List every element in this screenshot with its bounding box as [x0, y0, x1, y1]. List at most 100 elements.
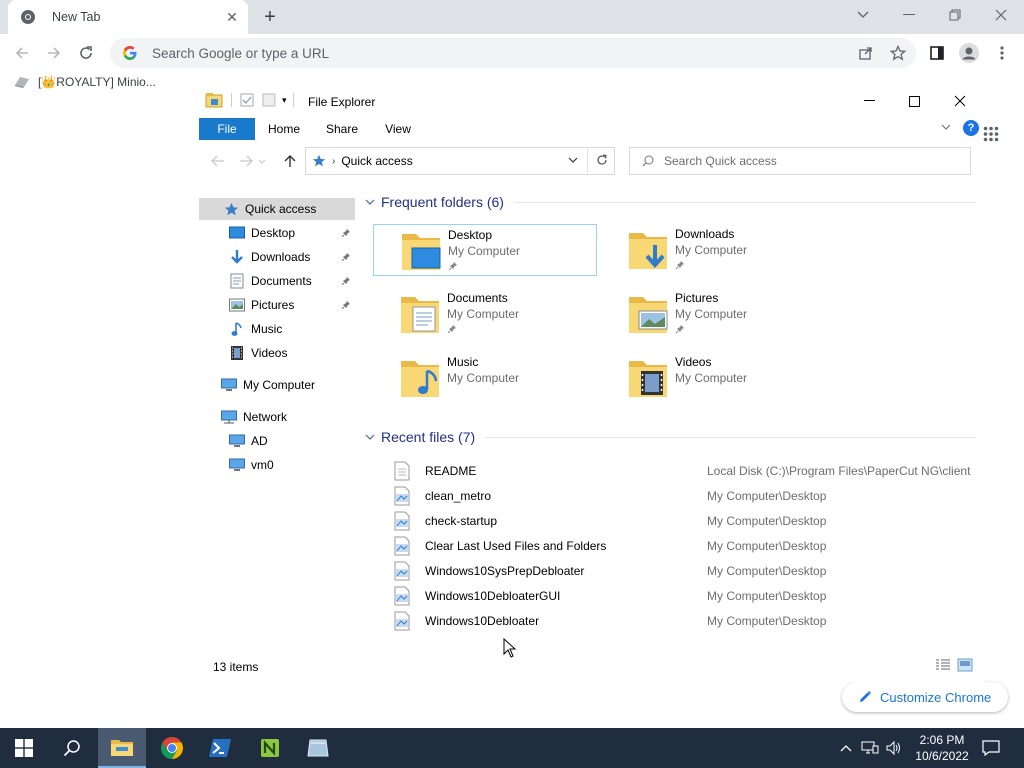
folder-name: Desktop [448, 228, 493, 242]
explorer-minimize-icon[interactable] [846, 86, 892, 116]
folder-tile-documents[interactable]: Documents My Computer [373, 288, 597, 340]
nav-item-network[interactable]: Network [199, 406, 355, 428]
breadcrumb-quick-access[interactable]: Quick access [341, 154, 412, 168]
chrome-tab-new-tab[interactable]: New Tab ✕ [8, 0, 248, 34]
recent-file-name: Windows10SysPrepDebloater [425, 563, 585, 578]
recent-file-row[interactable]: Clear Last Used Files and Folders My Com… [393, 533, 973, 558]
nav-item-videos[interactable]: Videos [199, 342, 355, 364]
ribbon-tab-view[interactable]: View [371, 118, 425, 140]
taskbar-clock[interactable]: 2:06 PM 10/6/2022 [912, 732, 972, 764]
clock-date: 10/6/2022 [915, 749, 969, 763]
taskbar-chrome[interactable] [148, 728, 196, 768]
ribbon-tab-home[interactable]: Home [255, 118, 313, 140]
folder-location: My Computer [447, 371, 520, 385]
recent-file-row[interactable]: Windows10Debloater My Computer\Desktop [393, 608, 973, 633]
recent-files-header[interactable]: Recent files (7) [365, 427, 975, 447]
folder-desktop-icon [400, 226, 444, 276]
folder-location: My Computer [448, 244, 521, 258]
folder-tile-desktop[interactable]: Desktop My Computer [373, 224, 597, 276]
breadcrumb-chevron-icon[interactable]: › [332, 156, 335, 167]
address-dropdown-icon[interactable] [559, 147, 587, 173]
recent-file-row[interactable]: Windows10DebloaterGUI My Computer\Deskto… [393, 583, 973, 608]
taskbar-app[interactable] [294, 728, 342, 768]
taskbar-notepad-plus[interactable] [246, 728, 294, 768]
nav-label: Desktop [251, 226, 296, 240]
nav-item-ad[interactable]: AD [199, 430, 355, 452]
minimize-icon[interactable] [886, 0, 932, 30]
collapse-chevron-icon[interactable] [365, 432, 375, 443]
network-tray-icon[interactable] [860, 738, 880, 758]
tab-close-icon[interactable]: ✕ [220, 5, 244, 29]
explorer-close-icon[interactable] [937, 86, 983, 116]
script-file-icon [394, 611, 410, 630]
folder-name: Music [447, 355, 479, 369]
nav-item-desktop[interactable]: Desktop [199, 222, 355, 244]
nav-item-vm0[interactable]: vm0 [199, 454, 355, 476]
recent-file-name: Windows10DebloaterGUI [425, 588, 561, 603]
recent-locations-icon[interactable] [257, 152, 267, 170]
collapse-chevron-icon[interactable] [365, 197, 375, 208]
omnibox[interactable] [110, 38, 916, 68]
omnibox-input[interactable] [152, 45, 916, 61]
taskbar-powershell[interactable] [196, 728, 244, 768]
properties-icon[interactable] [240, 93, 254, 107]
apps-grid-icon[interactable] [983, 126, 999, 145]
nav-item-my-computer[interactable]: My Computer [199, 374, 355, 396]
nav-item-music[interactable]: Music [199, 318, 355, 340]
reload-icon[interactable] [73, 40, 99, 66]
status-item-count: 13 items [213, 660, 259, 674]
taskbar-file-explorer[interactable] [98, 728, 146, 768]
explorer-maximize-icon[interactable] [891, 86, 937, 116]
folder-tile-downloads[interactable]: Downloads My Computer [601, 224, 825, 276]
profile-avatar-icon[interactable] [958, 42, 980, 64]
nav-item-downloads[interactable]: Downloads [199, 246, 355, 268]
tab-search-chevron-icon[interactable] [840, 0, 886, 30]
customize-chrome-button[interactable]: Customize Chrome [842, 682, 1008, 712]
script-file-icon [394, 536, 410, 555]
folder-tile-videos[interactable]: Videos My Computer [601, 352, 825, 404]
close-window-icon[interactable] [978, 0, 1024, 30]
search-box[interactable] [629, 147, 971, 175]
up-arrow-icon[interactable] [281, 152, 299, 170]
large-icons-view-icon[interactable] [957, 658, 973, 672]
tray-overflow-chevron-icon[interactable] [836, 738, 856, 758]
frequent-folders-header[interactable]: Frequent folders (6) [365, 192, 975, 212]
details-view-icon[interactable] [935, 658, 951, 672]
back-arrow-icon[interactable] [9, 40, 35, 66]
search-input[interactable] [664, 154, 970, 168]
forward-arrow-icon[interactable] [41, 40, 67, 66]
recent-file-row[interactable]: check-startup My Computer\Desktop [393, 508, 973, 533]
nav-item-quick-access[interactable]: Quick access [199, 198, 355, 220]
folder-tile-pictures[interactable]: Pictures My Computer [601, 288, 825, 340]
qat-dropdown-icon[interactable]: ▾ [282, 95, 287, 106]
recent-file-row[interactable]: Windows10SysPrepDebloater My Computer\De… [393, 558, 973, 583]
recent-file-row[interactable]: clean_metro My Computer\Desktop [393, 483, 973, 508]
side-panel-icon[interactable] [926, 42, 948, 64]
chrome-logo-icon [161, 737, 183, 759]
bookmark-label: [👑ROYALTY] Minio... [38, 75, 156, 89]
nav-item-documents[interactable]: Documents [199, 270, 355, 292]
notifications-icon[interactable] [981, 738, 1001, 758]
restore-icon[interactable] [932, 0, 978, 30]
help-icon[interactable]: ? [963, 120, 979, 136]
computer-icon [221, 377, 237, 393]
expand-ribbon-icon[interactable] [941, 122, 951, 133]
refresh-icon[interactable] [587, 147, 615, 173]
new-tab-button[interactable]: + [258, 5, 282, 29]
taskbar-search-button[interactable] [48, 728, 96, 768]
bookmark-item[interactable]: [👑ROYALTY] Minio... [14, 75, 156, 89]
chrome-menu-icon[interactable] [991, 42, 1013, 64]
nav-item-pictures[interactable]: Pictures [199, 294, 355, 316]
address-bar-row: › Quick access [199, 146, 985, 176]
ribbon-tab-share[interactable]: Share [313, 118, 371, 140]
explorer-forward-icon[interactable] [237, 152, 255, 170]
explorer-back-icon[interactable] [209, 152, 227, 170]
share-icon[interactable] [855, 42, 877, 64]
start-button[interactable] [0, 728, 48, 768]
recent-file-row[interactable]: README Local Disk (C:)\Program Files\Pap… [393, 458, 973, 483]
bookmark-star-icon[interactable] [887, 42, 909, 64]
new-folder-icon[interactable] [262, 93, 276, 107]
folder-tile-music[interactable]: Music My Computer [373, 352, 597, 404]
ribbon-tab-file[interactable]: File [199, 118, 255, 140]
volume-icon[interactable] [884, 738, 904, 758]
